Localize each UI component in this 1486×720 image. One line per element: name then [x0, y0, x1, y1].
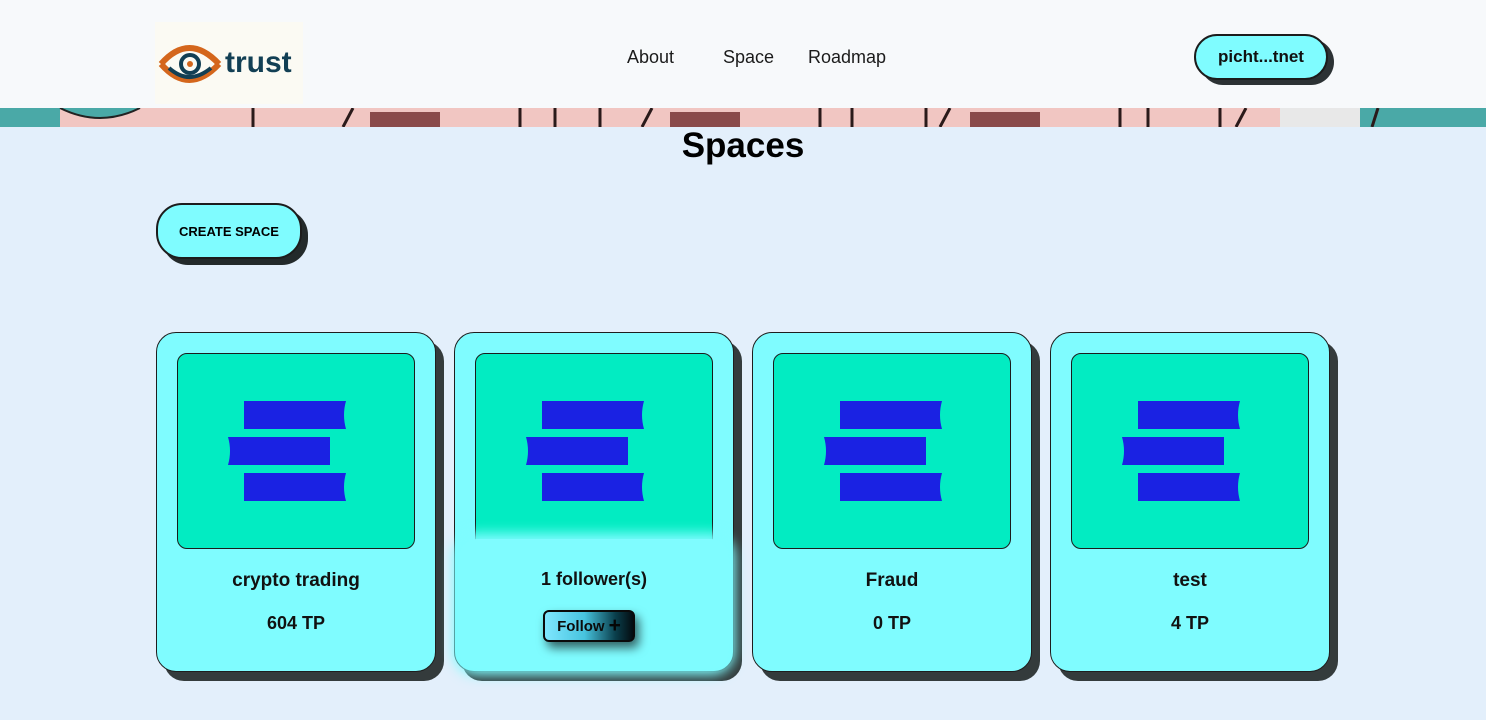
space-card[interactable]: test 4 TP — [1050, 332, 1330, 672]
nav-link-roadmap[interactable]: Roadmap — [808, 47, 886, 68]
header-banner-art — [0, 108, 1486, 127]
plus-icon: + — [608, 614, 621, 637]
space-card[interactable]: 1 follower(s) Follow + — [454, 332, 734, 672]
stacked-books-icon — [824, 401, 942, 501]
space-points: 0 TP — [872, 613, 911, 633]
space-card[interactable]: crypto trading 604 TP — [156, 332, 436, 672]
follow-button[interactable]: Follow + — [543, 610, 635, 642]
space-name: test — [1173, 570, 1207, 591]
space-points: 4 TP — [1170, 613, 1209, 633]
space-points: 604 TP — [266, 613, 326, 633]
space-name: Fraud — [865, 570, 919, 591]
space-card[interactable]: Fraud 0 TP — [752, 332, 1032, 672]
space-image — [475, 353, 713, 549]
eye-logo-icon — [158, 45, 222, 83]
hover-overlay — [459, 539, 729, 669]
space-name: crypto trading — [232, 570, 360, 591]
create-space-button[interactable]: CREATE SPACE — [156, 203, 302, 259]
nav-link-about[interactable]: About — [627, 47, 674, 68]
nav-link-space[interactable]: Space — [723, 47, 774, 68]
logo-text: trust — [225, 46, 292, 79]
trust-logo[interactable]: trust — [155, 22, 303, 104]
wallet-button[interactable]: picht...tnet — [1194, 34, 1328, 80]
stacked-books-icon — [228, 401, 346, 501]
follow-label: Follow — [557, 617, 605, 635]
stacked-books-icon — [1122, 401, 1240, 501]
space-image — [773, 353, 1011, 549]
follower-count: 1 follower(s) — [540, 569, 647, 589]
stacked-books-icon — [526, 401, 644, 501]
site-header: trust About Space Roadmap picht...tnet — [0, 0, 1486, 108]
space-image — [177, 353, 415, 549]
page-title: Spaces — [681, 126, 805, 165]
space-image — [1071, 353, 1309, 549]
